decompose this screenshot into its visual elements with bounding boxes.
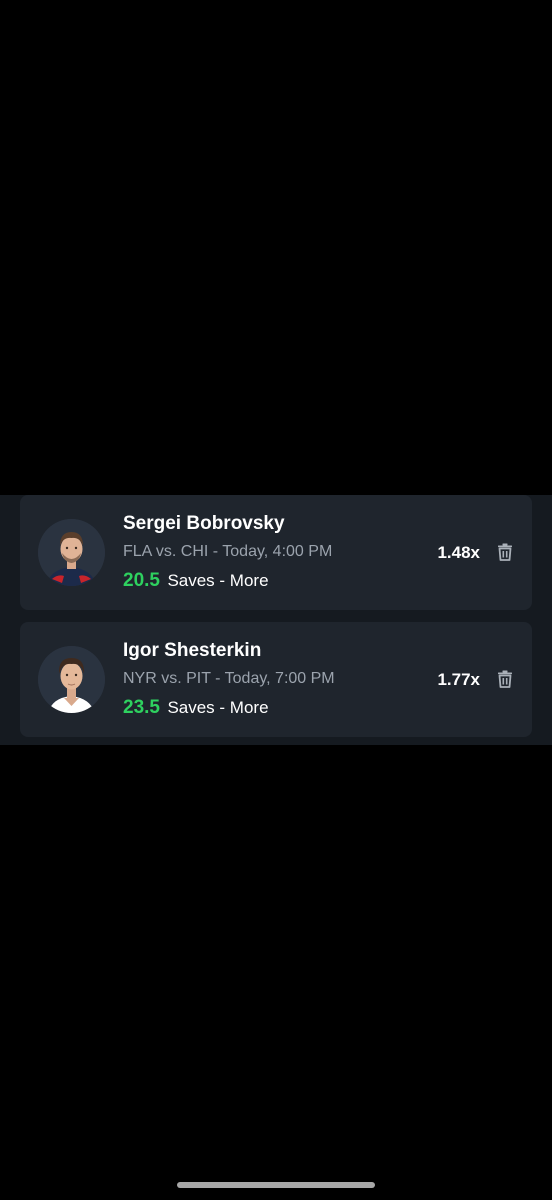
picks-panel: Sergei Bobrovsky FLA vs. CHI - Today, 4:… [0,495,552,745]
player-name: Igor Shesterkin [123,640,262,661]
line-value: 20.5 [123,570,160,591]
line-value: 23.5 [123,697,160,718]
stat-label: Saves - More [167,571,269,590]
player-name: Sergei Bobrovsky [123,513,285,534]
payout-multiplier: 1.48x [437,543,480,562]
player-avatar [38,519,105,586]
home-indicator[interactable] [177,1182,375,1188]
trash-icon[interactable] [495,669,515,689]
stat-label: Saves - More [167,698,269,717]
pick-card[interactable]: Sergei Bobrovsky FLA vs. CHI - Today, 4:… [20,495,532,610]
payout-multiplier: 1.77x [437,670,480,689]
player-avatar [38,646,105,713]
trash-icon[interactable] [495,542,515,562]
pick-card[interactable]: Igor Shesterkin NYR vs. PIT - Today, 7:0… [20,622,532,737]
projection-line: 23.5 Saves - More [123,697,269,719]
matchup-info: NYR vs. PIT - Today, 7:00 PM [123,670,335,687]
matchup-info: FLA vs. CHI - Today, 4:00 PM [123,543,333,560]
projection-line: 20.5 Saves - More [123,570,269,592]
